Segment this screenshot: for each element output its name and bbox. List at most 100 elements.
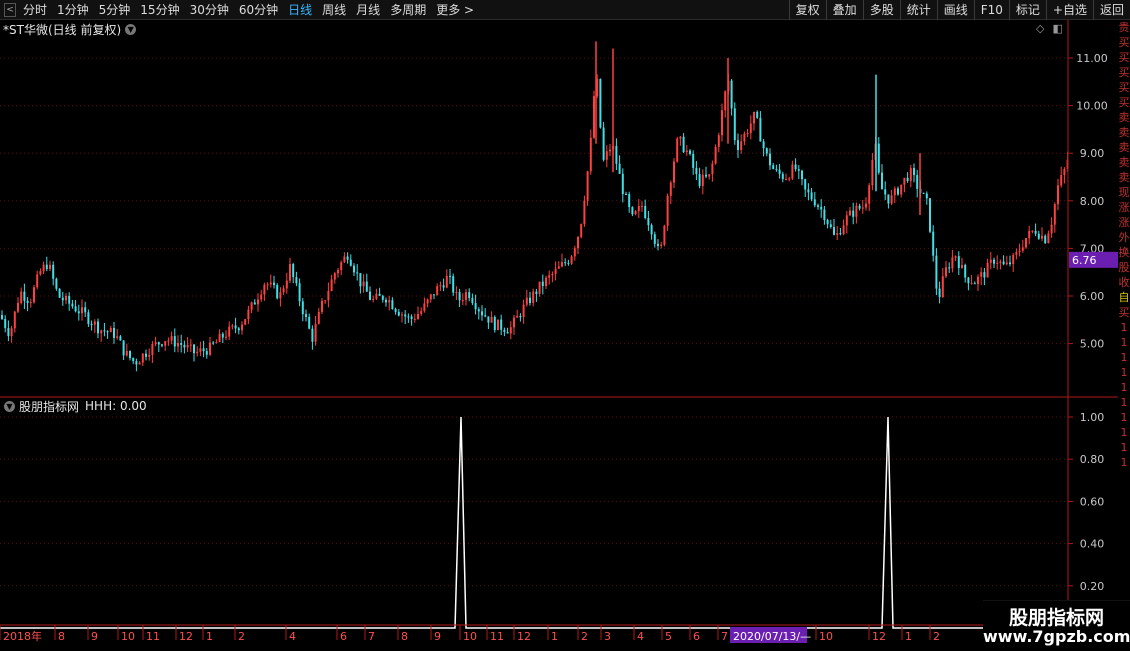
mark-button[interactable]: 标记 xyxy=(1008,0,1046,20)
diamond-icon[interactable]: ◇ xyxy=(1036,22,1044,35)
candle-body xyxy=(324,300,327,302)
candle-body xyxy=(740,141,743,151)
f10-button[interactable]: F10 xyxy=(973,0,1009,20)
tab-weekly[interactable]: 周线 xyxy=(317,0,351,20)
tab-60min[interactable]: 60分钟 xyxy=(234,0,283,20)
candle-body xyxy=(23,291,26,301)
tab-fenshi[interactable]: 分时 xyxy=(18,0,52,20)
candle-body xyxy=(436,286,439,296)
indicator-title-row: ▼ 股朋指标网 HHH: 0.00 xyxy=(0,398,147,414)
tab-30min[interactable]: 30分钟 xyxy=(185,0,234,20)
candle-body xyxy=(695,167,698,175)
chevron-down-icon[interactable]: ▼ xyxy=(125,23,137,35)
back-button[interactable]: 返回 xyxy=(1092,0,1130,20)
candle-body xyxy=(881,172,883,190)
y-tick-label: 0.20 xyxy=(1080,580,1105,593)
x-tick-label: 2 xyxy=(581,630,588,643)
candle-body xyxy=(871,160,874,186)
candle-body xyxy=(650,225,653,235)
overlay-button[interactable]: 叠加 xyxy=(825,0,863,20)
tab-daily[interactable]: 日线 xyxy=(283,0,317,20)
candle-body xyxy=(657,243,659,247)
chart-title[interactable]: *ST华微(日线 前复权) xyxy=(0,21,121,38)
x-tick-label: 2 xyxy=(238,630,245,643)
candle-body xyxy=(605,151,608,160)
y-tick-label: 0.60 xyxy=(1080,495,1105,508)
candle-body xyxy=(967,277,970,284)
candle-body xyxy=(455,292,458,294)
candle-body xyxy=(10,328,13,337)
candle-body xyxy=(647,217,650,226)
chart-title-row: *ST华微(日线 前复权) ▼ xyxy=(0,21,137,38)
candle-body xyxy=(196,351,199,354)
candle-body xyxy=(593,96,595,138)
site-watermark: 股朋指标网 www.7gpzb.com xyxy=(983,600,1130,651)
candle-body xyxy=(932,231,935,256)
fuquan-button[interactable]: 复权 xyxy=(788,0,826,20)
candle-body xyxy=(935,255,938,289)
candle-body xyxy=(983,272,986,278)
add-watchlist-button[interactable]: +自选 xyxy=(1045,0,1093,20)
tab-multi-period[interactable]: 多周期 xyxy=(385,0,431,20)
candle-body xyxy=(810,192,813,200)
axes: 11.0010.009.008.007.006.005.006.761.000.… xyxy=(0,20,1118,643)
indicator-name[interactable]: 股朋指标网 xyxy=(19,398,79,415)
candle-body xyxy=(113,328,115,338)
candle-body xyxy=(449,275,451,277)
candle-body xyxy=(346,256,349,260)
candle-body xyxy=(189,344,192,346)
tab-monthly[interactable]: 月线 xyxy=(351,0,385,20)
candle-body xyxy=(772,165,775,169)
candle-body xyxy=(692,153,695,168)
chevron-down-icon[interactable]: ▼ xyxy=(4,400,15,412)
panel-toggle-icon[interactable]: ◧ xyxy=(1052,22,1062,35)
candle-body xyxy=(621,173,624,194)
hhh-line xyxy=(0,416,1068,629)
candle-body xyxy=(151,343,154,355)
candle-body xyxy=(477,309,480,312)
candle-body xyxy=(577,236,579,249)
kline-chart[interactable]: 11.0010.009.008.007.006.005.006.761.000.… xyxy=(0,20,1118,650)
period-tabs: < 分时 1分钟 5分钟 15分钟 30分钟 60分钟 日线 周线 月线 多周期… xyxy=(0,0,479,20)
candle-body xyxy=(244,319,247,325)
tab-more[interactable]: 更多 > xyxy=(431,0,479,20)
x-tick-label: 10 xyxy=(463,630,477,643)
x-tick-label: 9 xyxy=(91,630,98,643)
candle-body xyxy=(378,293,381,296)
candle-body xyxy=(327,290,330,301)
candle-body xyxy=(173,336,176,347)
multi-stock-button[interactable]: 多股 xyxy=(862,0,900,20)
tab-15min[interactable]: 15分钟 xyxy=(135,0,184,20)
candle-body xyxy=(813,199,816,206)
candle-body xyxy=(145,353,147,357)
x-tick-label: 10 xyxy=(121,630,135,643)
candle-body xyxy=(253,302,256,305)
draw-line-button[interactable]: 画线 xyxy=(936,0,974,20)
candle-body xyxy=(887,194,890,204)
tab-5min[interactable]: 5分钟 xyxy=(94,0,136,20)
chevron-left-icon[interactable]: < xyxy=(4,3,16,17)
candle-body xyxy=(141,353,144,363)
candle-body xyxy=(509,327,512,334)
candle-body xyxy=(103,330,106,332)
x-tick-label: 4 xyxy=(289,630,296,643)
candle-body xyxy=(925,193,928,199)
candle-body xyxy=(68,296,71,304)
candle-body xyxy=(833,227,835,235)
candle-body xyxy=(756,111,759,118)
candle-body xyxy=(669,182,672,196)
candle-body xyxy=(148,354,151,357)
candle-body xyxy=(58,288,61,298)
candle-body xyxy=(689,150,691,154)
x-tick-label: 11 xyxy=(146,630,160,643)
candle-body xyxy=(269,282,272,285)
candle-body xyxy=(721,110,723,136)
y-tick-label: 8.00 xyxy=(1080,195,1105,208)
candle-body xyxy=(583,200,586,225)
candle-body xyxy=(753,111,755,124)
candle-body xyxy=(1,315,3,319)
candle-body xyxy=(71,303,74,307)
tab-1min[interactable]: 1分钟 xyxy=(52,0,94,20)
statistics-button[interactable]: 统计 xyxy=(899,0,937,20)
candle-body xyxy=(199,348,202,352)
